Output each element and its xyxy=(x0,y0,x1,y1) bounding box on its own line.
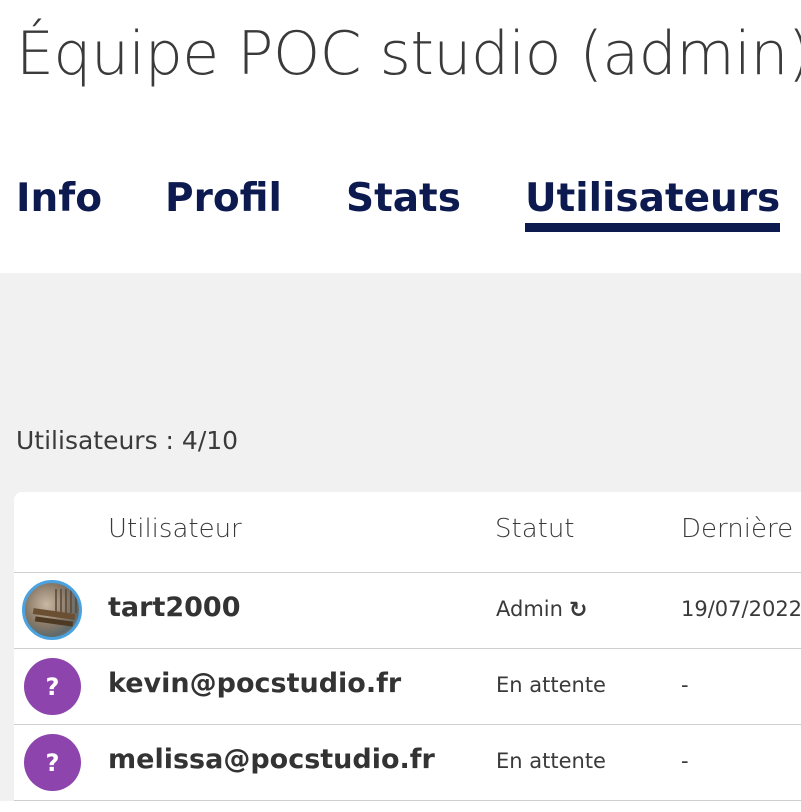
avatar: ? xyxy=(24,658,81,715)
tab-info[interactable]: Info xyxy=(16,176,102,222)
users-count: Utilisateurs : 4/10 xyxy=(16,426,239,455)
page-title: Équipe POC studio (admin) xyxy=(16,19,801,89)
column-header-user[interactable]: Utilisateur xyxy=(108,514,242,544)
user-name: kevin@pocstudio.fr xyxy=(108,668,402,699)
user-name: tart2000 xyxy=(108,592,241,623)
tab-stats[interactable]: Stats xyxy=(346,176,461,222)
last-connection: - xyxy=(681,749,689,773)
tab-profil[interactable]: Profil xyxy=(165,176,282,222)
status-text: Admin xyxy=(496,597,563,621)
column-header-status[interactable]: Statut xyxy=(495,514,575,544)
table-row[interactable]: ? melissa@pocstudio.fr En attente - xyxy=(14,725,801,801)
status-cell: Admin ↻ xyxy=(496,597,587,623)
table-header: Utilisateur Statut Dernière c xyxy=(14,492,801,573)
users-table: Utilisateur Statut Dernière c tart2000 A… xyxy=(14,492,801,812)
user-name: melissa@pocstudio.fr xyxy=(108,744,435,775)
table-row[interactable]: tart2000 Admin ↻ 19/07/2022 xyxy=(14,573,801,649)
column-header-last[interactable]: Dernière c xyxy=(681,514,801,544)
last-connection: 19/07/2022 xyxy=(681,597,801,621)
tab-bar: Info Profil Stats Utilisateurs xyxy=(0,170,801,240)
avatar xyxy=(22,580,82,640)
status-text: En attente xyxy=(496,673,606,697)
table-row[interactable]: ? kevin@pocstudio.fr En attente - xyxy=(14,649,801,725)
avatar: ? xyxy=(24,734,81,791)
refresh-icon[interactable]: ↻ xyxy=(569,598,587,623)
tab-utilisateurs[interactable]: Utilisateurs xyxy=(525,176,781,232)
status-text: En attente xyxy=(496,749,606,773)
last-connection: - xyxy=(681,673,689,697)
